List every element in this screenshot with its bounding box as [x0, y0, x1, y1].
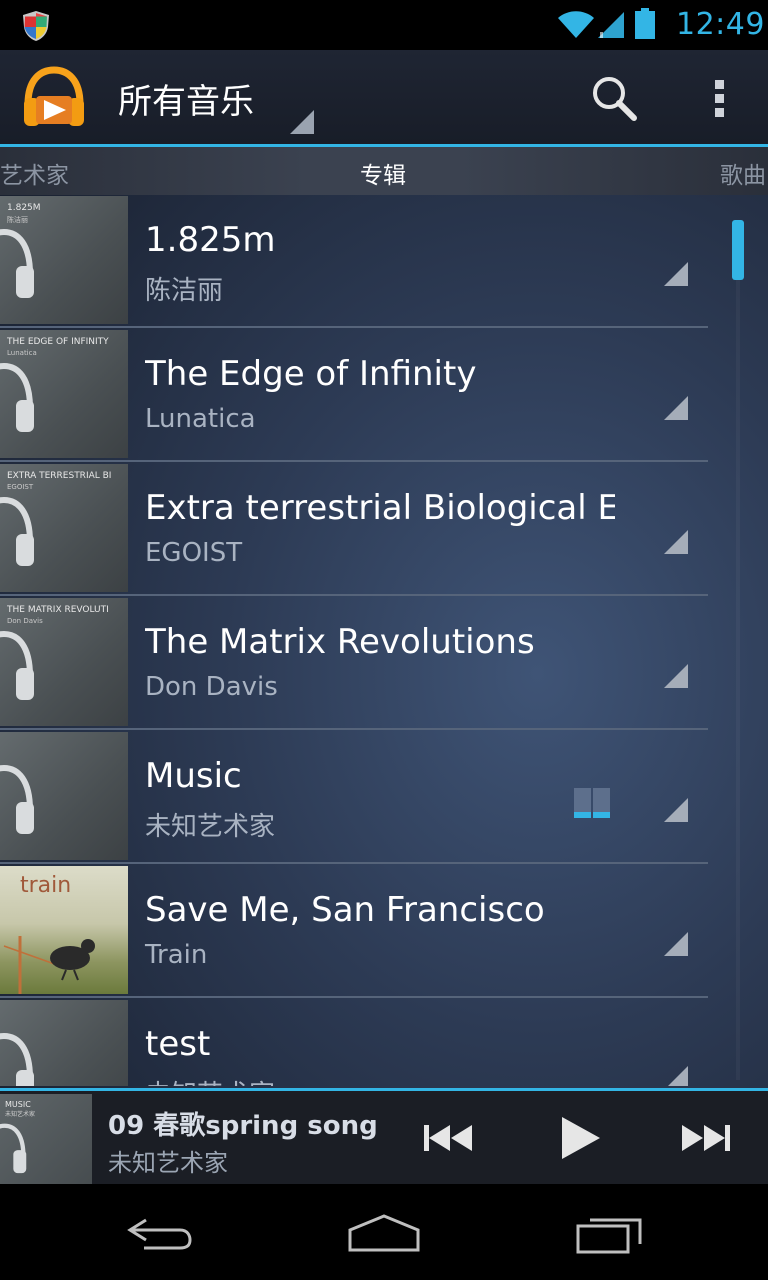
security-shield-icon [23, 11, 49, 41]
divider [0, 862, 708, 864]
album-row[interactable]: THE MATRIX REVOLUTI Don Davis The Matrix… [0, 598, 712, 730]
album-artist: Train [145, 940, 208, 970]
now-playing-bar[interactable]: MUSIC 未知艺术家 09 春歌spring song 未知艺术家 [0, 1088, 768, 1187]
music-app: 所有音乐 艺术家 专辑 歌曲 1.825M 陈洁丽 1.825m 陈洁丽 THE… [0, 50, 768, 1184]
now-playing-artist: 未知艺术家 [108, 1149, 228, 1177]
album-art-title: train [20, 874, 72, 898]
scrollbar-thumb[interactable] [732, 220, 744, 280]
album-artist: EGOIST [145, 538, 243, 568]
system-nav-bar [0, 1184, 768, 1280]
context-menu-icon[interactable] [662, 662, 690, 690]
play-music-headphones-icon[interactable] [22, 66, 86, 128]
back-icon[interactable] [124, 1214, 196, 1254]
divider [0, 326, 708, 328]
album-art-artist: EGOIST [7, 483, 34, 491]
album-artist: Lunatica [145, 404, 256, 434]
next-track-icon[interactable] [678, 1117, 734, 1159]
recent-apps-icon[interactable] [574, 1212, 646, 1256]
tab-albums[interactable]: 专辑 [360, 156, 406, 190]
play-icon[interactable] [556, 1113, 604, 1163]
context-menu-icon[interactable] [662, 260, 690, 288]
headphones-placeholder-icon [0, 362, 34, 432]
cell-signal-icon [598, 12, 624, 38]
album-art [0, 732, 128, 860]
album-art [0, 1000, 128, 1086]
battery-icon [635, 8, 655, 39]
headphones-placeholder-icon [0, 228, 34, 298]
clock: 12:49 [676, 7, 765, 42]
album-row[interactable]: 1.825M 陈洁丽 1.825m 陈洁丽 [0, 196, 712, 328]
album-art-title: THE EDGE OF INFINITY [7, 337, 109, 347]
album-artist: 陈洁丽 [145, 276, 224, 306]
divider [0, 460, 708, 462]
now-playing-title: 09 春歌spring song [108, 1111, 378, 1141]
album-title: The Edge of Infinity [145, 354, 477, 394]
tab-songs[interactable]: 歌曲 [720, 156, 766, 190]
album-row[interactable]: Music 未知艺术家 [0, 732, 712, 864]
tab-artists[interactable]: 艺术家 [0, 156, 69, 190]
album-title: Extra terrestrial Biological E.. [145, 488, 615, 528]
home-icon[interactable] [344, 1212, 424, 1256]
album-art-artist: Don Davis [7, 617, 43, 625]
scrollbar-track [736, 220, 740, 1080]
search-icon[interactable] [588, 72, 640, 124]
album-art: THE EDGE OF INFINITY Lunatica [0, 330, 128, 458]
page-title[interactable]: 所有音乐 [118, 74, 254, 123]
context-menu-icon[interactable] [662, 394, 690, 422]
album-art-title: EXTRA TERRESTRIAL BI [7, 471, 112, 481]
wifi-icon [558, 11, 594, 38]
now-playing-album-art: MUSIC 未知艺术家 [0, 1094, 92, 1186]
album-title: Music [145, 756, 242, 796]
divider [0, 728, 708, 730]
previous-track-icon[interactable] [420, 1117, 476, 1159]
album-art: THE MATRIX REVOLUTI Don Davis [0, 598, 128, 726]
context-menu-icon[interactable] [662, 528, 690, 556]
tab-strip: 艺术家 专辑 歌曲 [0, 147, 768, 195]
now-playing-art-artist: 未知艺术家 [5, 1111, 36, 1118]
album-title: The Matrix Revolutions [145, 622, 535, 662]
album-art-artist: Lunatica [7, 349, 37, 357]
album-art-title: 1.825M [7, 203, 41, 213]
album-title: test [145, 1024, 211, 1064]
now-playing-art-title: MUSIC [5, 1100, 31, 1109]
divider [0, 996, 708, 998]
headphones-placeholder-icon [0, 496, 34, 566]
status-bar: 12:49 [0, 0, 768, 50]
headphones-placeholder-icon [0, 1032, 34, 1086]
album-row[interactable]: train Save Me, San Francisco Train [0, 866, 712, 998]
headphones-placeholder-icon [0, 764, 34, 834]
album-artist: 未知艺术家 [145, 1074, 275, 1086]
album-art: 1.825M 陈洁丽 [0, 196, 128, 324]
context-menu-icon[interactable] [662, 930, 690, 958]
album-title: Save Me, San Francisco [145, 890, 545, 930]
action-bar: 所有音乐 [0, 50, 768, 147]
album-title: 1.825m [145, 220, 276, 260]
divider [0, 594, 708, 596]
context-menu-icon[interactable] [662, 796, 690, 824]
album-list[interactable]: 1.825M 陈洁丽 1.825m 陈洁丽 THE EDGE OF INFINI… [0, 196, 712, 1086]
dropdown-indicator-icon[interactable] [290, 110, 314, 134]
keep-on-device-icon[interactable] [572, 784, 612, 824]
album-artist: Don Davis [145, 672, 278, 702]
album-artist: 未知艺术家 [145, 812, 276, 842]
context-menu-icon[interactable] [662, 1064, 690, 1086]
album-art-title: THE MATRIX REVOLUTI [7, 605, 109, 615]
album-row[interactable]: test 未知艺术家 [0, 1000, 712, 1086]
album-row[interactable]: EXTRA TERRESTRIAL BI EGOIST Extra terres… [0, 464, 712, 596]
headphones-placeholder-icon [0, 1123, 27, 1174]
overflow-menu-icon[interactable] [704, 74, 734, 122]
album-art: EXTRA TERRESTRIAL BI EGOIST [0, 464, 128, 592]
headphones-placeholder-icon [0, 630, 34, 700]
album-art: train [0, 866, 128, 994]
album-row[interactable]: THE EDGE OF INFINITY Lunatica The Edge o… [0, 330, 712, 462]
